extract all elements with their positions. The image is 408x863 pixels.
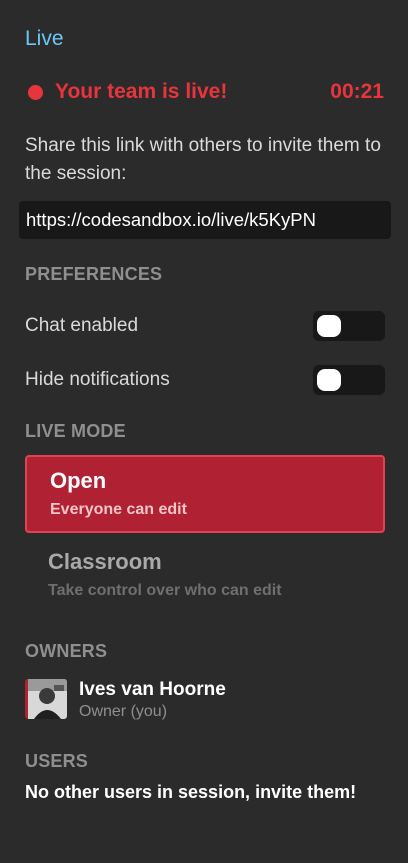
owner-item: Ives van Hoorne Owner (you) — [25, 679, 226, 721]
mode-open-title: Open — [50, 468, 107, 493]
pref-hide-notifications: Hide notifications — [25, 365, 385, 395]
owner-name: Ives van Hoorne — [79, 679, 226, 700]
live-timer: 00:21 — [330, 80, 384, 103]
owners-heading: OWNERS — [25, 641, 108, 661]
pref-chat-enabled-label: Chat enabled — [25, 315, 139, 336]
live-status: Your team is live! 00:21 — [28, 80, 384, 104]
live-status-left: Your team is live! — [28, 80, 227, 104]
share-description: Share this link with others to invite th… — [25, 135, 381, 184]
no-users-message: No other users in session, invite them! — [25, 782, 357, 802]
panel-title: Live — [25, 27, 64, 50]
mode-open-subtitle: Everyone can edit — [50, 501, 187, 518]
pref-hide-notifications-label: Hide notifications — [25, 369, 170, 390]
mode-classroom-option[interactable]: Classroom Take control over who can edit — [25, 538, 385, 616]
live-mode-heading: LIVE MODE — [25, 421, 126, 441]
live-dot-icon — [28, 84, 43, 100]
users-heading: USERS — [25, 751, 89, 771]
mode-classroom-subtitle: Take control over who can edit — [48, 582, 282, 599]
pref-chat-enabled: Chat enabled — [25, 311, 385, 341]
mode-open-option[interactable]: Open Everyone can edit — [25, 455, 385, 533]
toggle-knob — [317, 315, 341, 337]
chat-enabled-toggle[interactable] — [313, 311, 385, 341]
preferences-heading: PREFERENCES — [25, 264, 163, 284]
owner-role: Owner (you) — [79, 703, 168, 720]
hide-notifications-toggle[interactable] — [313, 365, 385, 395]
live-status-text: Your team is live! — [55, 80, 228, 103]
mode-classroom-title: Classroom — [48, 549, 162, 574]
owner-info: Ives van Hoorne Owner (you) — [79, 679, 226, 721]
avatar — [25, 679, 67, 719]
toggle-knob — [317, 369, 341, 391]
share-link-field[interactable]: https://codesandbox.io/live/k5KyPN — [19, 201, 391, 239]
